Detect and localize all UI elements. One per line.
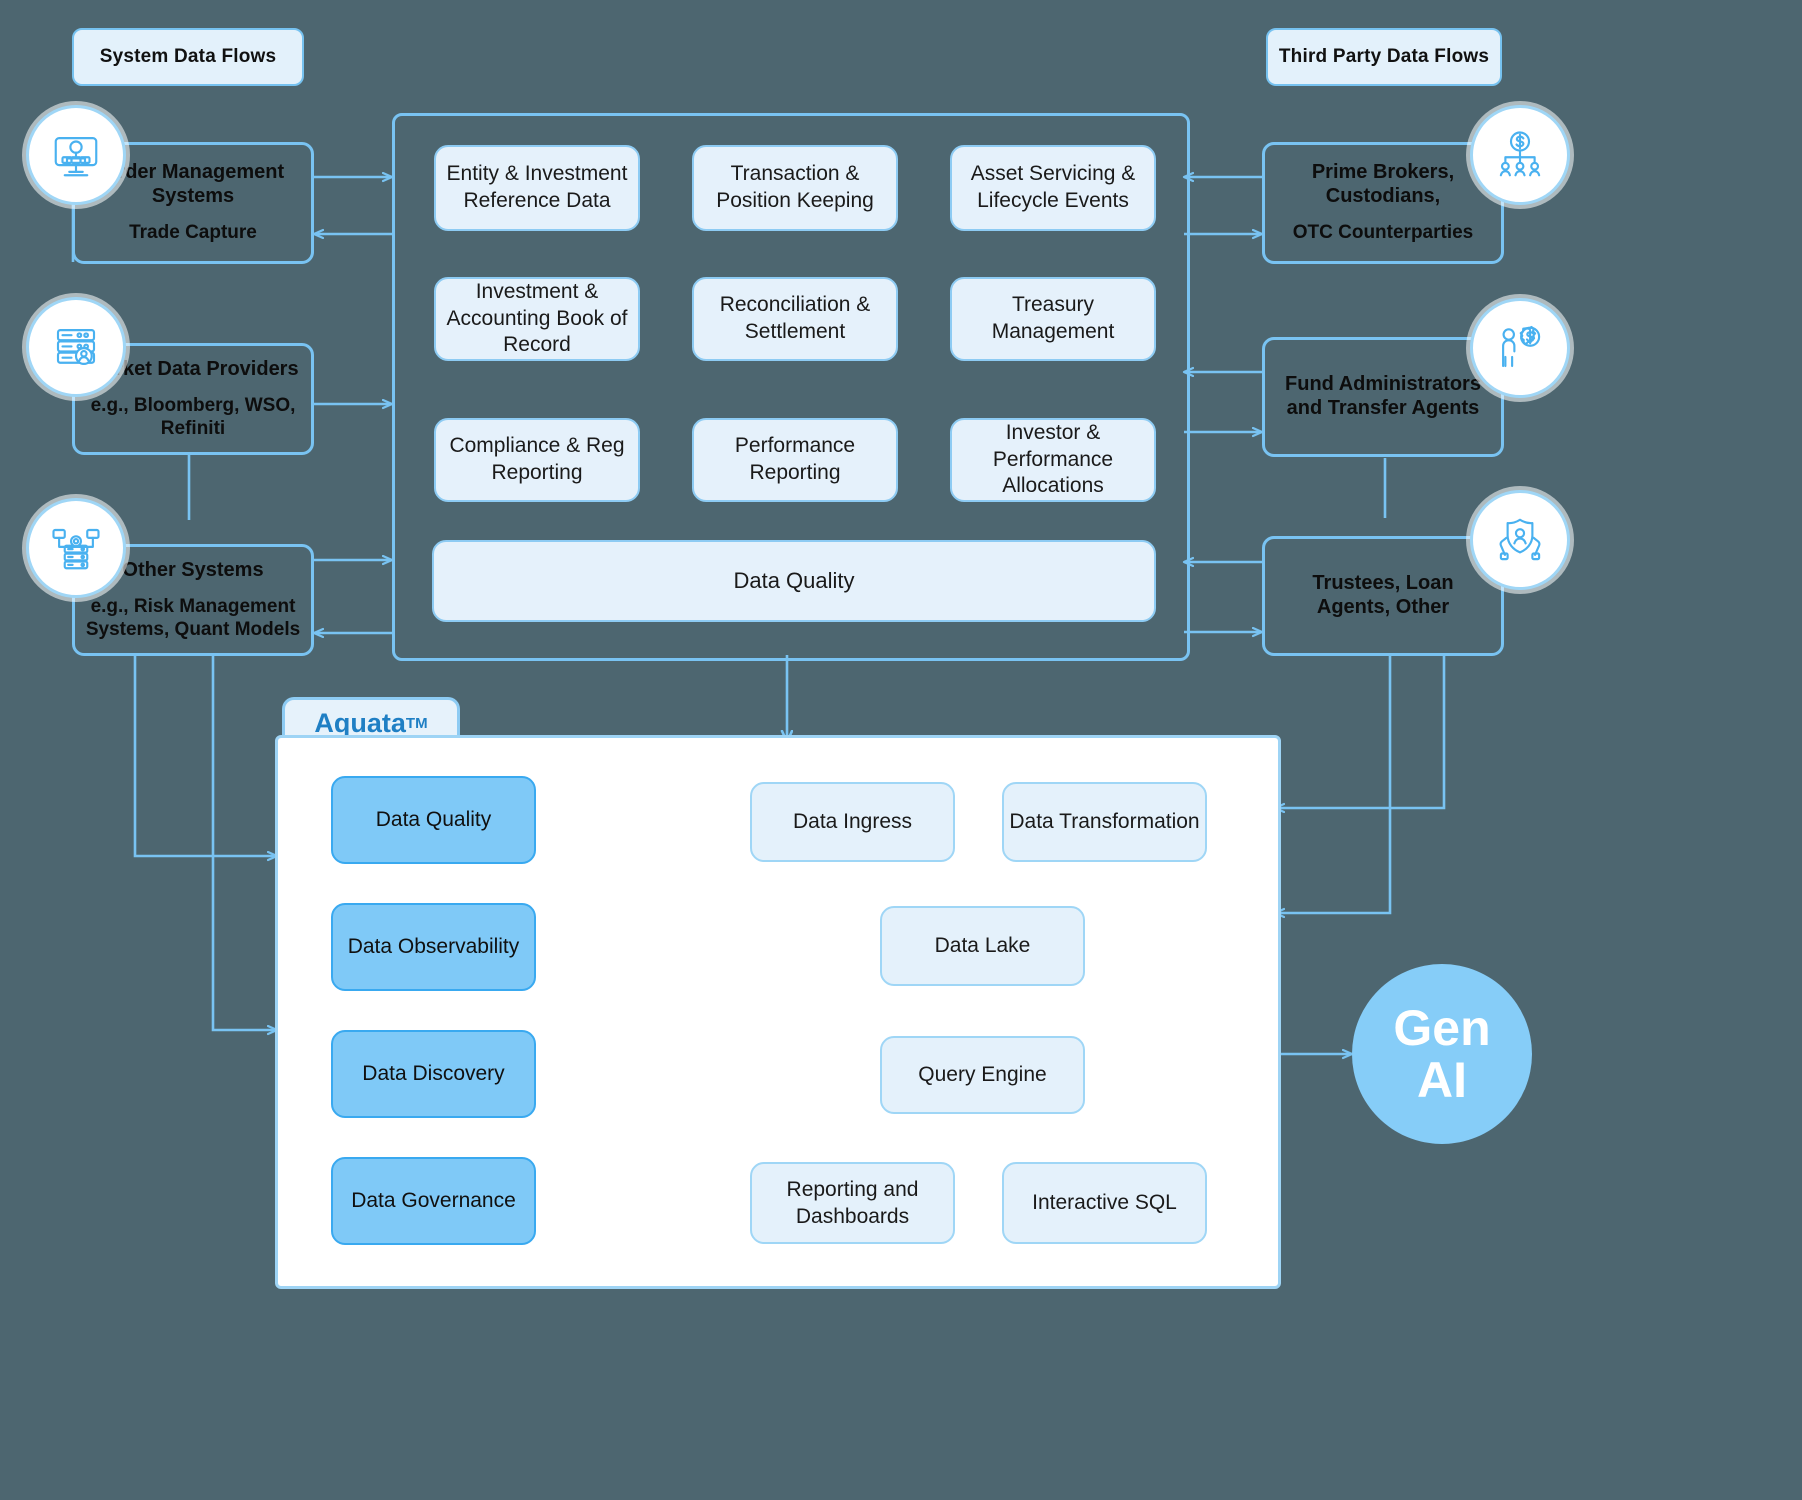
aquata-tab-label: Aquata (314, 707, 406, 738)
core-data-quality-bar[interactable]: Data Quality (432, 540, 1156, 622)
source-subtitle: e.g., Risk Management Systems, Quant Mod… (85, 596, 301, 640)
source-subtitle: Trade Capture (129, 222, 257, 244)
monitor-gear-icon (26, 105, 126, 205)
capability-entity-investment-reference-data[interactable]: Entity & Investment Reference Data (434, 145, 640, 231)
source-trustees-loan-agents[interactable]: Trustees, Loan Agents, Other (1262, 536, 1504, 656)
shield-person-hands-icon (1470, 490, 1570, 590)
gen-ai-node[interactable]: Gen AI (1352, 964, 1532, 1144)
source-title: Prime Brokers, Custodians, (1311, 161, 1455, 207)
pipeline-reporting-and-dashboards[interactable]: Reporting and Dashboards (750, 1162, 955, 1244)
source-title: Fund Administrators and Transfer Agents (1285, 373, 1481, 419)
source-fund-administrators[interactable]: Fund Administrators and Transfer Agents (1262, 337, 1504, 457)
gen-ai-line2: AI (1417, 1052, 1467, 1108)
capability-treasury-management[interactable]: Treasury Management (950, 277, 1156, 361)
capability-asset-servicing-lifecycle-events[interactable]: Asset Servicing & Lifecycle Events (950, 145, 1156, 231)
capability-reconciliation-settlement[interactable]: Reconciliation & Settlement (692, 277, 898, 361)
pipeline-query-engine[interactable]: Query Engine (880, 1036, 1085, 1114)
capability-investor-performance-allocations[interactable]: Investor & Performance Allocations (950, 418, 1156, 502)
header-third-party-data-flows: Third Party Data Flows (1266, 28, 1502, 86)
dollar-hierarchy-icon (1470, 105, 1570, 205)
aquata-trademark: TM (405, 714, 428, 732)
capability-performance-reporting[interactable]: Performance Reporting (692, 418, 898, 502)
capability-compliance-reg-reporting[interactable]: Compliance & Reg Reporting (434, 418, 640, 502)
aquata-data-governance-tile[interactable]: Data Governance (331, 1157, 536, 1245)
gen-ai-line1: Gen (1393, 999, 1491, 1056)
aquata-data-quality-tile[interactable]: Data Quality (331, 776, 536, 864)
server-network-icon (26, 498, 126, 598)
aquata-data-discovery-tile[interactable]: Data Discovery (331, 1030, 536, 1118)
architecture-diagram: System Data Flows Third Party Data Flows… (0, 0, 1802, 1500)
pipeline-data-ingress[interactable]: Data Ingress (750, 782, 955, 862)
capability-investment-accounting-book-of-record[interactable]: Investment & Accounting Book of Record (434, 277, 640, 361)
database-user-icon (26, 297, 126, 397)
pipeline-data-transformation[interactable]: Data Transformation (1002, 782, 1207, 862)
person-dollar-gear-icon (1470, 298, 1570, 398)
source-title: Other Systems (122, 558, 264, 581)
source-title: Trustees, Loan Agents, Other (1312, 572, 1454, 618)
pipeline-interactive-sql[interactable]: Interactive SQL (1002, 1162, 1207, 1244)
source-subtitle: OTC Counterparties (1292, 222, 1474, 244)
header-system-data-flows: System Data Flows (72, 28, 304, 86)
source-prime-brokers-custodians[interactable]: Prime Brokers, Custodians, OTC Counterpa… (1262, 142, 1504, 264)
capability-transaction-position-keeping[interactable]: Transaction & Position Keeping (692, 145, 898, 231)
source-subtitle: e.g., Bloomberg, WSO, Refiniti (90, 395, 296, 439)
aquata-data-observability-tile[interactable]: Data Observability (331, 903, 536, 991)
pipeline-data-lake[interactable]: Data Lake (880, 906, 1085, 986)
